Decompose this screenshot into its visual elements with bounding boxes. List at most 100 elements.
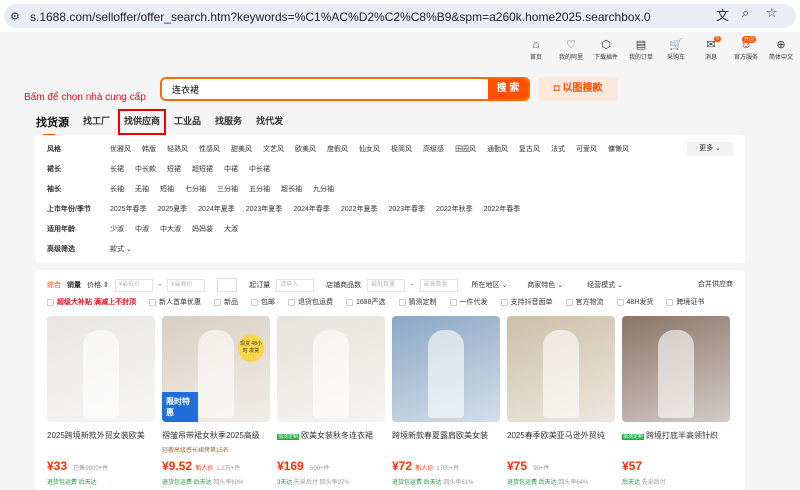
filter-option[interactable]: 通勤风: [487, 144, 508, 154]
filter-option[interactable]: 2022年春季: [484, 204, 521, 214]
filter-option[interactable]: 短裙: [167, 164, 181, 174]
filter-option[interactable]: 2025夏季: [158, 204, 188, 214]
filter-option[interactable]: 超长袖: [281, 184, 302, 194]
merchant-feature-dropdown[interactable]: 商家特色 ⌄: [527, 280, 563, 290]
filter-option[interactable]: 长袖: [110, 184, 124, 194]
product-card[interactable]: 猜测定制 跨境打底半高领针织 ¥57 后天达 先采后付: [622, 316, 730, 486]
filter-option[interactable]: 欧美风: [295, 144, 316, 154]
filter-checkbox[interactable]: 一件代发: [449, 297, 488, 307]
filter-option[interactable]: 无袖: [135, 184, 149, 194]
filter-option[interactable]: 可爱风: [576, 144, 597, 154]
count-min-input[interactable]: 最低数量: [367, 278, 406, 292]
product-title[interactable]: 褶皱吊带裙女秋季2025高级: [162, 430, 270, 441]
filter-option[interactable]: 款式 ⌄: [110, 244, 132, 254]
filter-option[interactable]: 2024年夏季: [198, 204, 235, 214]
translate-icon[interactable]: 文: [716, 5, 729, 24]
checkbox-box[interactable]: [287, 298, 295, 306]
product-image[interactable]: [47, 316, 155, 422]
product-image[interactable]: [622, 316, 730, 422]
filter-checkbox[interactable]: 跨境证书: [666, 297, 704, 307]
bookmark-star-icon[interactable]: ☆: [766, 5, 778, 21]
product-title[interactable]: 2025跨境新款外贸女装欧美: [47, 430, 155, 441]
filter-option[interactable]: 七分袖: [185, 184, 206, 194]
product-card[interactable]: 2025跨境新款外贸女装欧美 ¥33 已售9800+件 退货包运费 后天达: [47, 316, 155, 486]
filter-option[interactable]: 九分袖: [313, 184, 334, 194]
filter-option[interactable]: 甜美风: [231, 144, 252, 154]
product-card[interactable]: 跨境新款春夏露肩欧美女装 ¥72 新人价 1700+件 退货包运费 后天达 回头率…: [392, 316, 500, 486]
product-image[interactable]: [392, 316, 500, 422]
filter-option[interactable]: 文艺风: [263, 144, 284, 154]
tab-industrial[interactable]: 工业品: [173, 114, 202, 130]
filter-option[interactable]: 极简风: [391, 144, 412, 154]
checkbox-box[interactable]: [47, 298, 54, 306]
url-text[interactable]: s.1688.com/selloffer/offer_search.htm?ke…: [30, 10, 651, 24]
filter-option[interactable]: 高级感: [423, 144, 444, 154]
filter-option[interactable]: 慵懒风: [608, 144, 629, 154]
filter-option[interactable]: 2023年夏季: [246, 204, 283, 214]
filter-option[interactable]: 少淑: [110, 224, 124, 234]
checkbox-box[interactable]: [398, 298, 406, 306]
filter-checkbox[interactable]: 新品: [213, 297, 238, 307]
moq-input[interactable]: 请输入: [276, 278, 315, 292]
tab-find-service[interactable]: 找服务: [214, 114, 243, 130]
filter-option[interactable]: 仙女风: [359, 144, 380, 154]
site-settings-icon[interactable]: ⚙: [10, 10, 20, 23]
filter-checkbox[interactable]: 48H发货: [616, 297, 653, 307]
nav-item[interactable]: ♡ 我的阿里: [558, 38, 584, 61]
product-card[interactable]: 猜测定制 欧美女装秋冬连衣裙 ¥169 500+件 3天达 先采后付 回头率37%: [277, 316, 385, 486]
product-card[interactable]: 限时特惠 现货 48小时 发货 褶皱吊带裙女秋季2025高级 轻奢高级感长裙榜第…: [162, 316, 270, 486]
nav-item[interactable]: ⊕ 简体中文: [768, 38, 794, 61]
nav-item[interactable]: ▤ 我的订单: [628, 38, 654, 61]
product-title[interactable]: 跨境新款春夏露肩欧美女装: [392, 430, 500, 441]
filter-checkbox[interactable]: 退货包运费: [287, 297, 333, 307]
tab-find-factory[interactable]: 找工厂: [82, 114, 111, 130]
filter-option[interactable]: 度假风: [327, 144, 348, 154]
more-button[interactable]: 更多 ⌄: [687, 142, 733, 156]
filter-option[interactable]: 轻熟风: [167, 144, 188, 154]
nav-item[interactable]: ✉ 5 消息: [698, 36, 724, 61]
checkbox-box[interactable]: [500, 298, 508, 306]
price-min-input[interactable]: ¥最低价: [114, 278, 153, 292]
filter-checkbox[interactable]: 猜测定制: [398, 297, 437, 307]
business-mode-dropdown[interactable]: 经营模式 ⌄: [587, 280, 623, 290]
count-max-input[interactable]: 最高数量: [419, 278, 458, 292]
filter-option[interactable]: 复古风: [519, 144, 540, 154]
sort-default[interactable]: 综合: [47, 280, 61, 290]
filter-option[interactable]: 短袖: [160, 184, 174, 194]
nav-item[interactable]: ☺ 开店 官方服务: [733, 36, 759, 61]
tab-find-supplier[interactable]: 找供应商: [118, 109, 167, 135]
filter-option[interactable]: 大淑: [224, 224, 238, 234]
filter-option[interactable]: 2022年夏季: [341, 204, 378, 214]
checkbox-box[interactable]: [666, 298, 674, 306]
price-max-input[interactable]: ¥最高价: [167, 278, 206, 292]
product-title[interactable]: 2025春季欧美亚马逊外贸纯: [507, 430, 615, 441]
filter-checkbox[interactable]: 包邮: [250, 297, 275, 307]
nav-item[interactable]: ⬡ 下载插件: [593, 38, 619, 61]
product-title[interactable]: 猜测定制 跨境打底半高领针织: [622, 430, 730, 441]
search-input[interactable]: [162, 79, 482, 99]
filter-checkbox[interactable]: 超级大补贴 满减上不封顶: [47, 297, 136, 307]
merge-suppliers[interactable]: 合并供应商: [698, 279, 733, 289]
product-image[interactable]: [277, 316, 385, 422]
checkbox-box[interactable]: [449, 298, 457, 306]
filter-option[interactable]: 中大淑: [160, 224, 181, 234]
filter-option[interactable]: 2025年春季: [110, 204, 147, 214]
product-image[interactable]: 限时特惠 现货 48小时 发货: [162, 316, 270, 422]
price-chart-icon[interactable]: [217, 278, 238, 292]
image-search-button[interactable]: ◘ 以图搜款: [538, 77, 618, 101]
filter-checkbox[interactable]: 1688严选: [345, 297, 386, 307]
nav-item[interactable]: 🛒 采购车: [663, 38, 689, 61]
filter-option[interactable]: 韩版: [142, 144, 156, 154]
checkbox-box[interactable]: [148, 298, 156, 306]
checkbox-box[interactable]: [565, 298, 573, 306]
filter-option[interactable]: 中长裙: [249, 164, 270, 174]
zoom-icon[interactable]: ⌕: [742, 5, 749, 21]
sort-price[interactable]: 价格 ⇕: [87, 280, 109, 290]
filter-option[interactable]: 田园风: [455, 144, 476, 154]
filter-option[interactable]: 法式: [551, 144, 565, 154]
nav-item[interactable]: ⌂ 首页: [523, 38, 549, 61]
region-dropdown[interactable]: 所在地区 ⌄: [472, 280, 508, 290]
filter-checkbox[interactable]: 新人首单优惠: [148, 297, 201, 307]
filter-option[interactable]: 2024年春季: [293, 204, 330, 214]
filter-option[interactable]: 妈妈装: [192, 224, 213, 234]
